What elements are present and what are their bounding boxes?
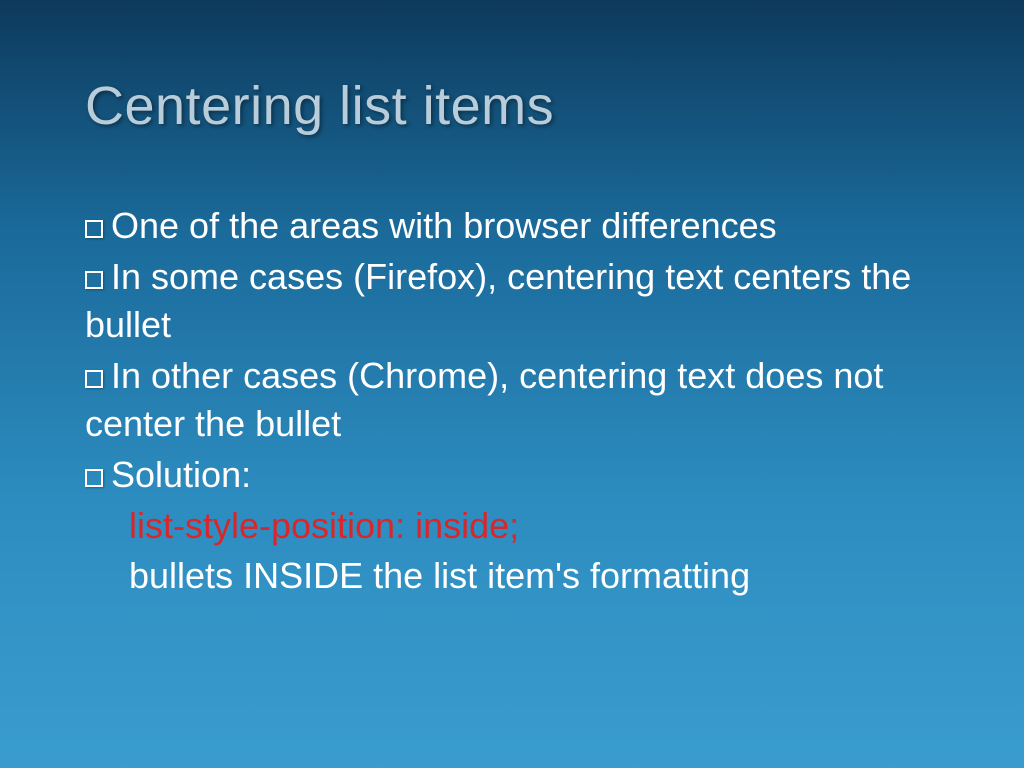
square-bullet-icon <box>85 370 103 388</box>
square-bullet-icon <box>85 220 103 238</box>
code-line-1: list-style-position: inside; <box>85 502 939 551</box>
code-line-2: bullets INSIDE the list item's formattin… <box>85 552 939 601</box>
slide-content: One of the areas with browser difference… <box>85 202 939 601</box>
square-bullet-icon <box>85 469 103 487</box>
bullet-item-1: One of the areas with browser difference… <box>85 202 939 251</box>
slide-title: Centering list items <box>85 75 939 137</box>
bullet-item-2: In some cases (Firefox), centering text … <box>85 253 939 350</box>
slide-container: Centering list items One of the areas wi… <box>0 0 1024 768</box>
bullet-text: In other cases (Chrome), centering text … <box>85 355 883 445</box>
bullet-text: One of the areas with browser difference… <box>111 205 777 246</box>
bullet-text: Solution: <box>111 454 251 495</box>
bullet-item-4: Solution: <box>85 451 939 500</box>
bullet-item-3: In other cases (Chrome), centering text … <box>85 352 939 449</box>
bullet-text: In some cases (Firefox), centering text … <box>85 256 911 346</box>
square-bullet-icon <box>85 271 103 289</box>
